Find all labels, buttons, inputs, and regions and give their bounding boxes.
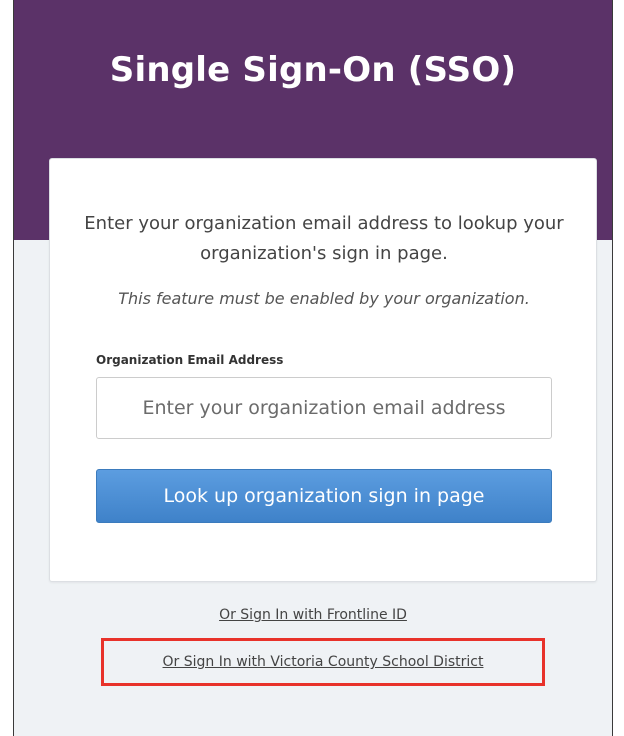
sso-card: Enter your organization email address to… bbox=[49, 158, 597, 582]
frontline-link-row: Or Sign In with Frontline ID bbox=[14, 607, 612, 623]
intro-text: Enter your organization email address to… bbox=[84, 213, 564, 264]
sso-page: Single Sign-On (SSO) Enter your organiza… bbox=[13, 0, 613, 736]
victoria-signin-link[interactable]: Or Sign In with Victoria County School D… bbox=[163, 654, 484, 670]
highlight-box: Or Sign In with Victoria County School D… bbox=[101, 638, 545, 686]
frontline-signin-link[interactable]: Or Sign In with Frontline ID bbox=[219, 607, 407, 623]
page-title: Single Sign-On (SSO) bbox=[109, 50, 517, 90]
email-label: Organization Email Address bbox=[96, 353, 284, 367]
lookup-button[interactable]: Look up organization sign in page bbox=[96, 469, 552, 523]
organization-email-input[interactable] bbox=[96, 377, 552, 439]
enable-note: This feature must be enabled by your org… bbox=[118, 289, 530, 308]
